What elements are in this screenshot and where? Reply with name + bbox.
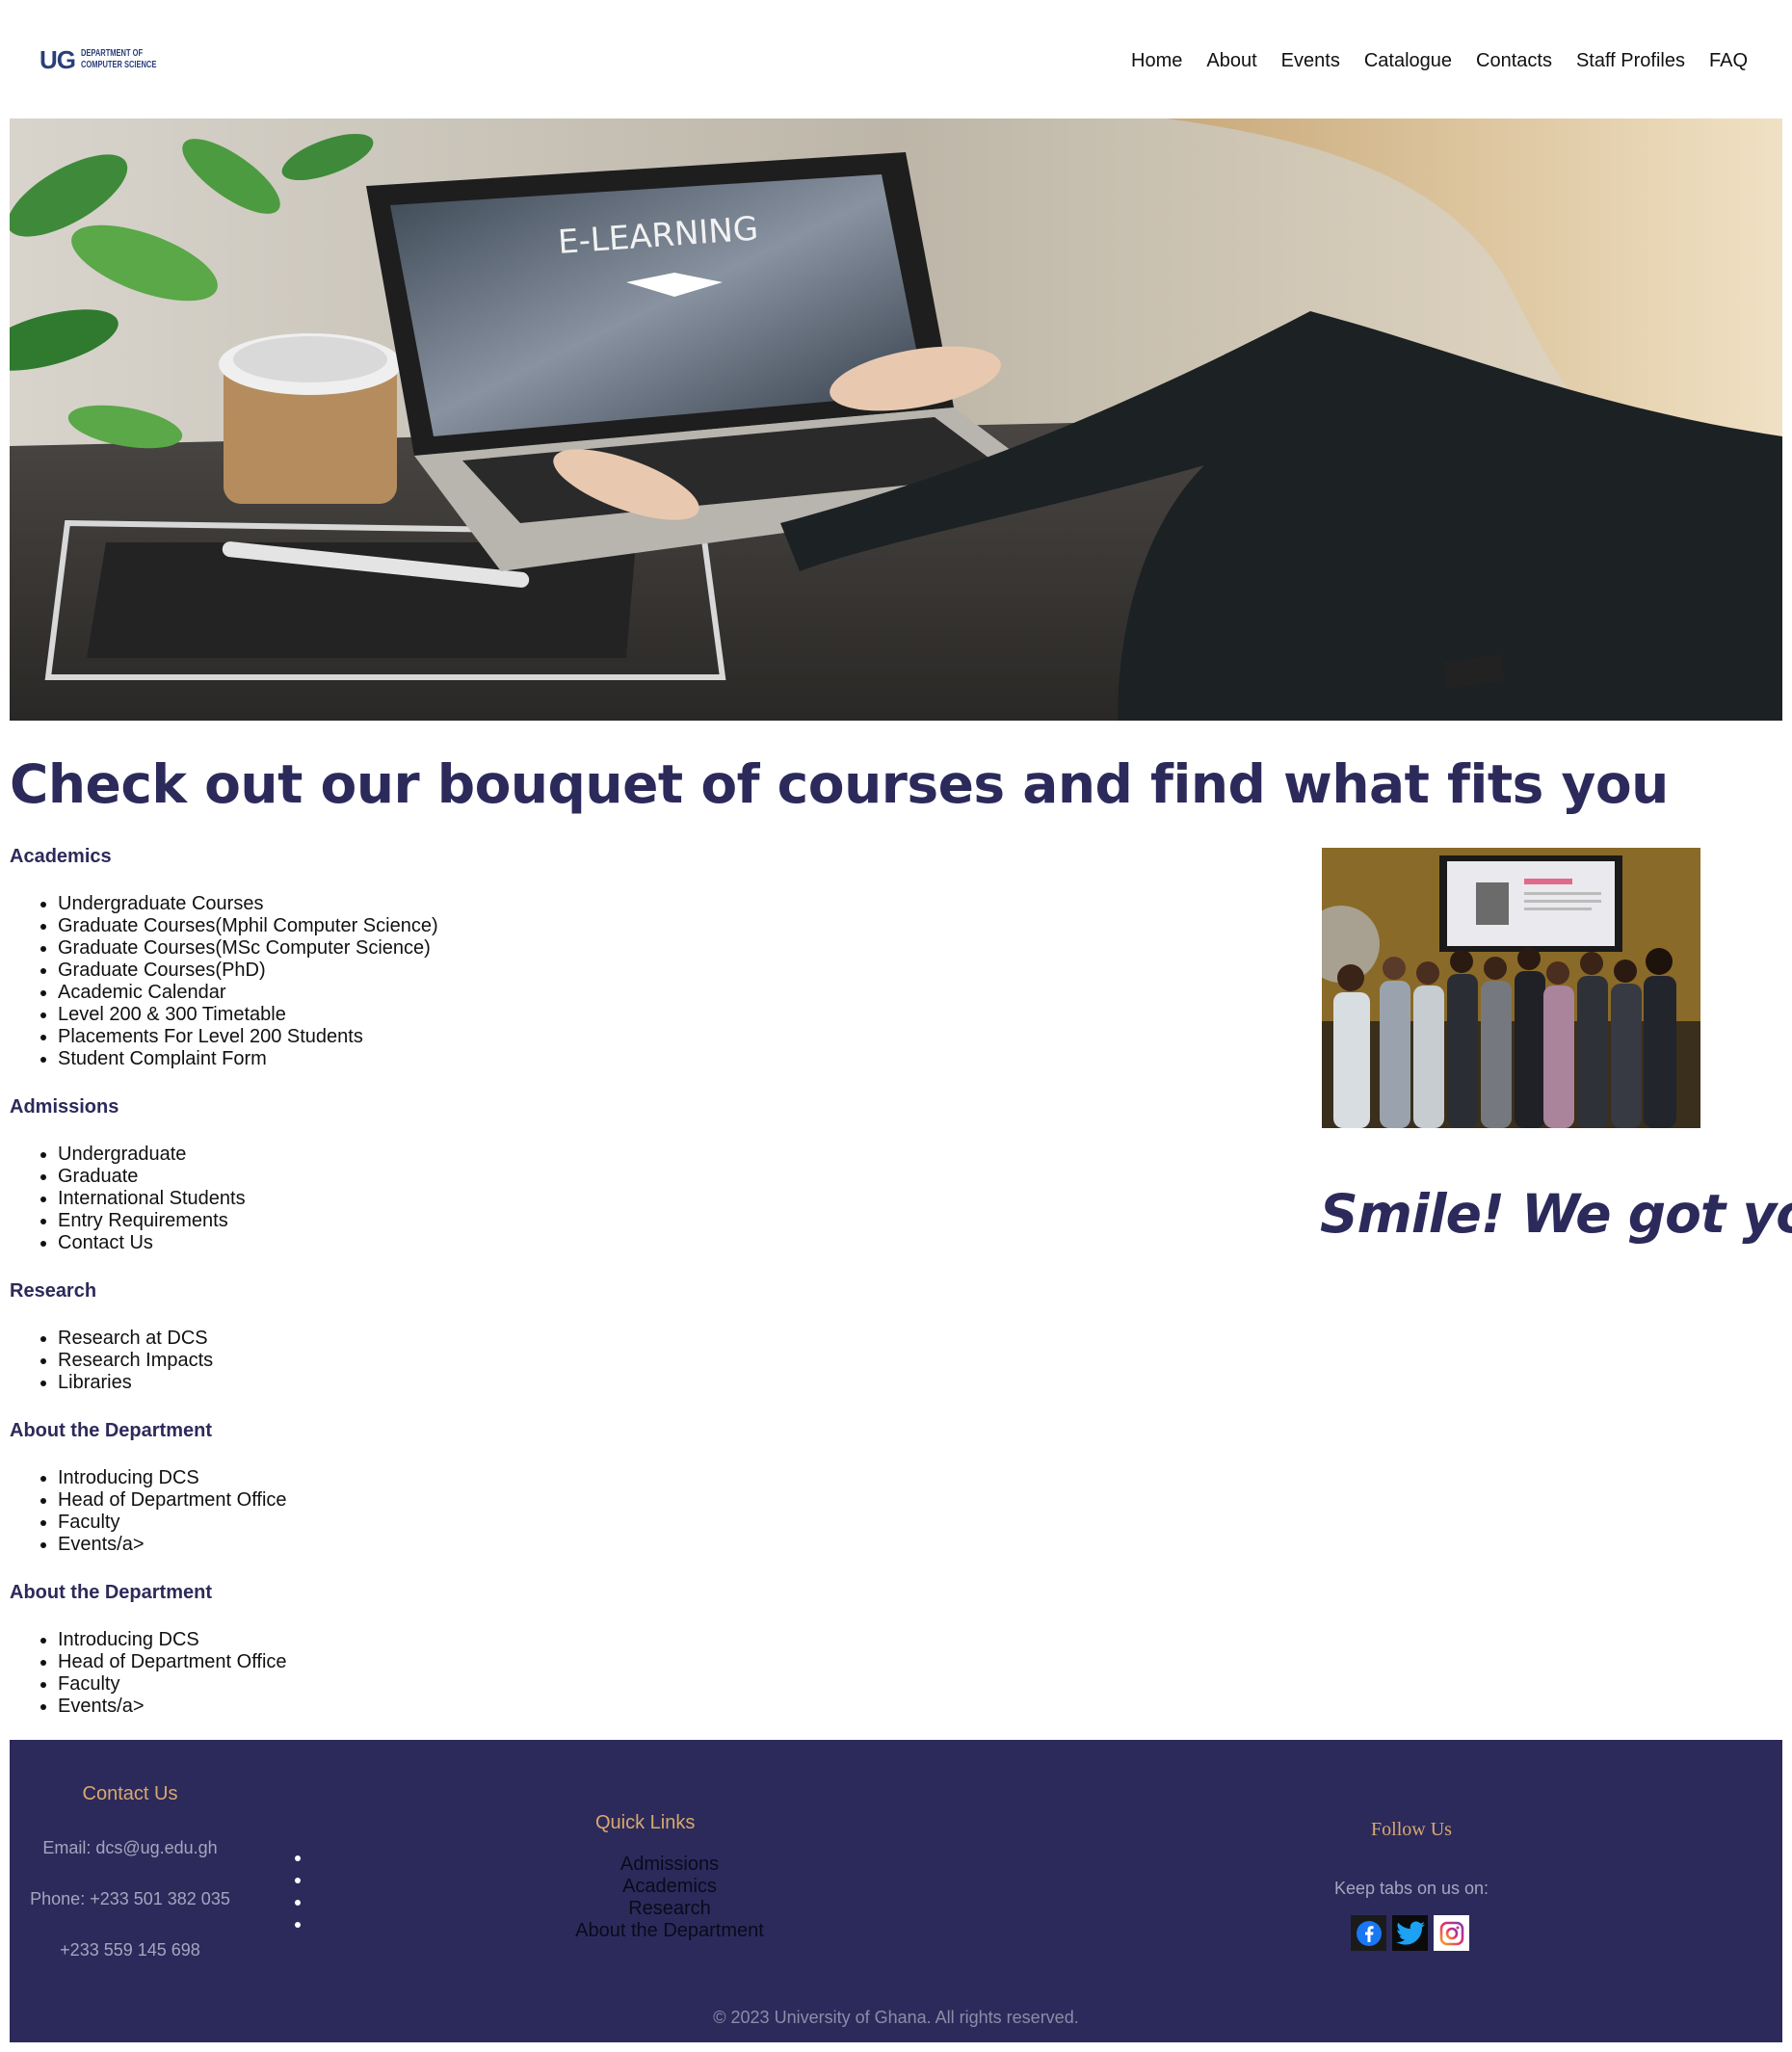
list-item[interactable]: Research Impacts [58,1350,1262,1372]
quick-link-research[interactable]: Research [549,1898,790,1920]
list-item[interactable]: Contact Us [58,1232,1262,1254]
hero-image: E-LEARNING [10,118,1782,721]
section-about-department-duplicate: About the Department Introducing DCS Hea… [10,1582,1262,1718]
section-heading: About the Department [10,1420,212,1441]
list-item[interactable]: Head of Department Office [58,1651,1262,1673]
list-item[interactable]: Undergraduate Courses [58,893,1262,915]
bullet-dot [295,1922,301,1928]
facebook-icon[interactable] [1351,1915,1386,1951]
main-nav: Home About Events Catalogue Contacts Sta… [1131,50,1748,72]
contact-phone-secondary[interactable]: +233 559 145 698 [10,1940,250,1960]
list-item[interactable]: Faculty [58,1673,1262,1696]
nav-contacts[interactable]: Contacts [1476,50,1552,72]
social-icons [1351,1915,1469,1951]
quick-links-heading: Quick Links [595,1812,696,1833]
list-item[interactable]: Graduate Courses(PhD) [58,960,1262,982]
section-heading: Admissions [10,1096,119,1118]
nav-about[interactable]: About [1206,50,1256,72]
logo-line-2: COMPUTER SCIENCE [81,60,157,70]
list-item[interactable]: Libraries [58,1372,1262,1394]
list-item[interactable]: Introducing DCS [58,1629,1262,1651]
footer-bullets [295,1855,301,1944]
section-admissions: Admissions Undergraduate Graduate Intern… [10,1096,1262,1254]
list-item[interactable]: Events/a> [58,1696,1262,1718]
section-about-department: About the Department Introducing DCS Hea… [10,1420,1262,1556]
course-sections: Academics Undergraduate Courses Graduate… [10,846,1262,1744]
page-title: Check out our bouquet of courses and fin… [10,753,1669,815]
follow-subtext: Keep tabs on us on: [1333,1879,1489,1898]
nav-home[interactable]: Home [1131,50,1182,72]
list-item[interactable]: Entry Requirements [58,1210,1262,1232]
list-item[interactable]: International Students [58,1188,1262,1210]
list-item[interactable]: Graduate Courses(MSc Computer Science) [58,937,1262,960]
logo-department-text: DEPARTMENT OF COMPUTER SCIENCE [81,48,156,71]
list-item[interactable]: Undergraduate [58,1144,1262,1166]
section-heading: Academics [10,846,112,867]
list-item[interactable]: Graduate Courses(Mphil Computer Science) [58,915,1262,937]
contact-phone[interactable]: Phone: +233 501 382 035 [10,1889,250,1909]
site-footer: Contact Us Email: dcs@ug.edu.gh Phone: +… [10,1740,1782,2042]
list-item[interactable]: Events/a> [58,1534,1262,1556]
section-heading: About the Department [10,1582,212,1603]
bullet-dot [295,1900,301,1906]
quick-link-academics[interactable]: Academics [549,1876,790,1898]
admissions-list: Undergraduate Graduate International Stu… [58,1144,1262,1254]
about-list: Introducing DCS Head of Department Offic… [58,1467,1262,1556]
twitter-icon[interactable] [1392,1915,1428,1951]
research-list: Research at DCS Research Impacts Librari… [58,1328,1262,1394]
bullet-dot [295,1878,301,1883]
list-item[interactable]: Faculty [58,1512,1262,1534]
contact-email[interactable]: Email: dcs@ug.edu.gh [10,1838,250,1858]
about-list: Introducing DCS Head of Department Offic… [58,1629,1262,1718]
list-item[interactable]: Student Complaint Form [58,1048,1262,1070]
section-heading: Research [10,1280,97,1302]
list-item[interactable]: Introducing DCS [58,1467,1262,1489]
hero-illustration: E-LEARNING [10,118,1782,721]
list-item[interactable]: Academic Calendar [58,982,1262,1004]
nav-catalogue[interactable]: Catalogue [1364,50,1452,72]
nav-events[interactable]: Events [1281,50,1340,72]
group-photo [1322,848,1700,1128]
list-item[interactable]: Level 200 & 300 Timetable [58,1004,1262,1026]
section-research: Research Research at DCS Research Impact… [10,1280,1262,1394]
contact-heading: Contact Us [82,1783,178,1804]
nav-staff-profiles[interactable]: Staff Profiles [1576,50,1685,72]
quick-link-admissions[interactable]: Admissions [549,1854,790,1876]
logo-mark: UG [40,44,76,74]
site-header: UG DEPARTMENT OF COMPUTER SCIENCE Home A… [0,0,1792,118]
quick-links-list: Admissions Academics Research About the … [549,1854,790,1942]
list-item[interactable]: Research at DCS [58,1328,1262,1350]
copyright-text: © 2023 University of Ghana. All rights r… [713,2008,1079,2027]
list-item[interactable]: Placements For Level 200 Students [58,1026,1262,1048]
bullet-dot [295,1855,301,1861]
section-academics: Academics Undergraduate Courses Graduate… [10,846,1262,1070]
smile-tagline: Smile! We got you [1320,1183,1792,1245]
instagram-icon[interactable] [1434,1915,1469,1951]
academics-list: Undergraduate Courses Graduate Courses(M… [58,893,1262,1070]
quick-link-about-department[interactable]: About the Department [549,1920,790,1942]
department-logo[interactable]: UG DEPARTMENT OF COMPUTER SCIENCE [37,39,156,81]
logo-line-1: DEPARTMENT OF [81,48,144,59]
follow-heading: Follow Us [1371,1819,1452,1840]
list-item[interactable]: Graduate [58,1166,1262,1188]
list-item[interactable]: Head of Department Office [58,1489,1262,1512]
group-photo-illustration [1322,848,1700,1128]
nav-faq[interactable]: FAQ [1709,50,1748,72]
